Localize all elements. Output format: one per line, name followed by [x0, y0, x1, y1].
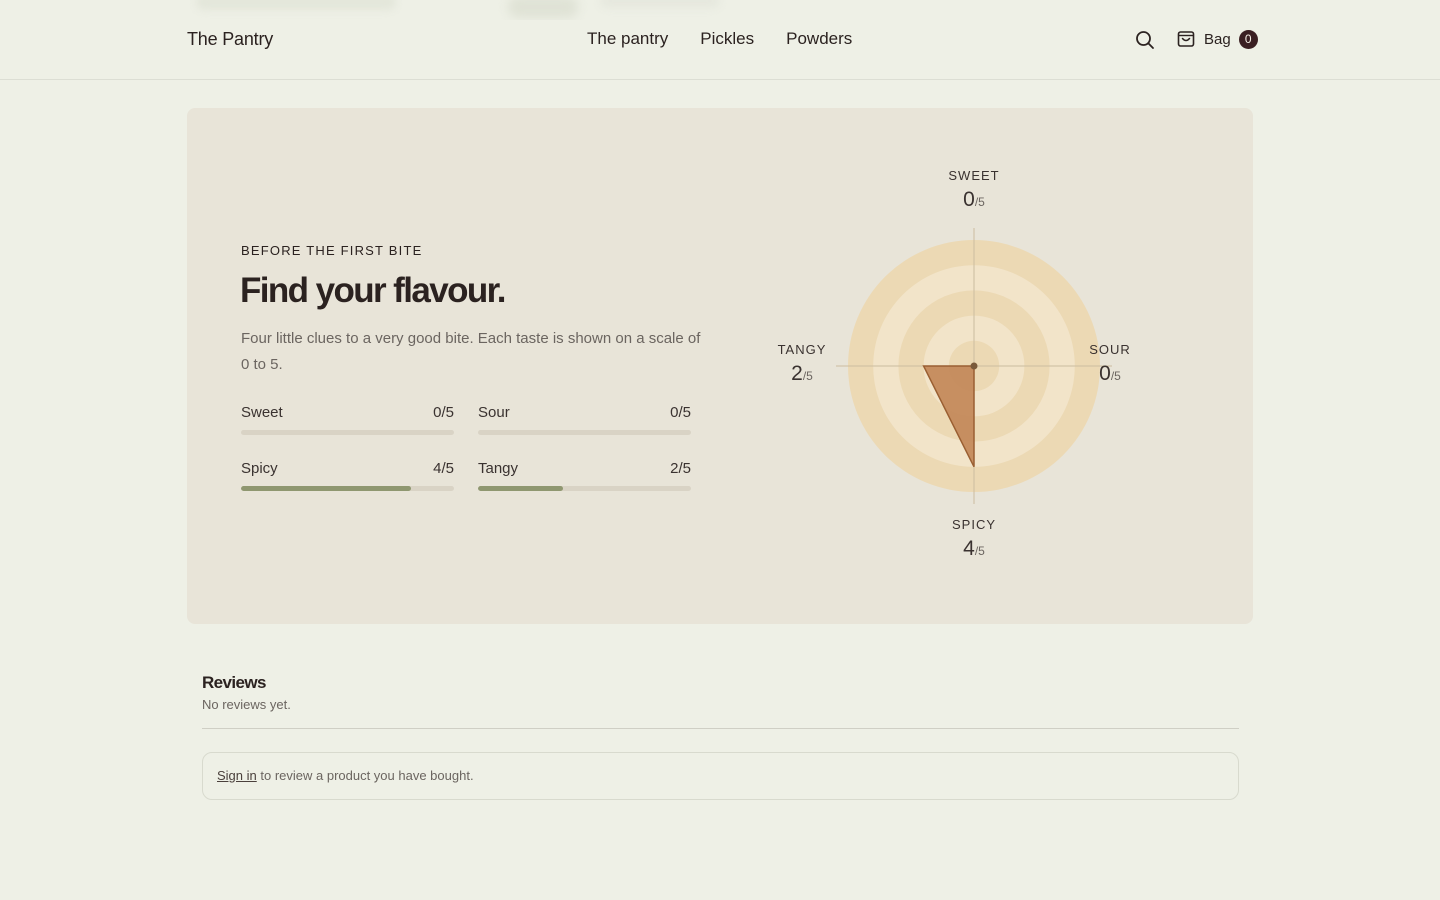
section-headline: Find your flavour.: [240, 271, 506, 310]
flavour-meter-spicy: Spicy 4/5: [241, 460, 454, 491]
search-icon[interactable]: [1135, 30, 1155, 50]
meter-label: Spicy: [241, 460, 278, 477]
meter-track: [478, 486, 691, 491]
axis-name: SOUR: [1089, 342, 1131, 357]
meter-label: Sour: [478, 404, 510, 421]
meter-label: Tangy: [478, 460, 519, 477]
axis-value-number: 0: [1099, 362, 1111, 385]
radar-center-point: [970, 362, 978, 370]
axis-label-tangy: TANGY 2/5: [752, 342, 852, 386]
axis-value-number: 2: [791, 362, 803, 385]
signin-prompt-text: to review a product you have bought.: [256, 768, 474, 783]
meter-value: 4/5: [433, 460, 454, 477]
meter-value: 0/5: [670, 404, 691, 421]
brand-logo[interactable]: The Pantry: [187, 29, 273, 50]
axis-name: TANGY: [777, 342, 827, 357]
axis-value: 0/5: [924, 188, 1024, 212]
bag-button[interactable]: Bag 0: [1176, 29, 1258, 49]
main-nav: The pantry Pickles Powders: [587, 29, 852, 49]
axis-value-number: 4: [963, 537, 975, 560]
flavour-meter-tangy: Tangy 2/5: [478, 460, 691, 491]
axis-name: SWEET: [948, 168, 1000, 183]
section-eyebrow: BEFORE THE FIRST BITE: [241, 243, 423, 258]
bag-label: Bag: [1204, 30, 1231, 48]
nav-link-the-pantry[interactable]: The pantry: [587, 29, 668, 49]
divider: [202, 728, 1239, 729]
meter-track: [241, 430, 454, 435]
axis-value-number: 0: [963, 188, 975, 211]
flavour-meter-sweet: Sweet 0/5: [241, 404, 454, 435]
nav-link-powders[interactable]: Powders: [786, 29, 852, 49]
shopping-bag-icon: [1177, 31, 1195, 47]
axis-value-scale: /5: [974, 544, 985, 558]
site-header: The Pantry The pantry Pickles Powders Ba…: [0, 0, 1440, 80]
reviews-heading: Reviews: [202, 673, 266, 692]
axis-value: 4/5: [924, 537, 1024, 561]
nav-link-pickles[interactable]: Pickles: [700, 29, 754, 49]
axis-label-sweet: SWEET 0/5: [924, 168, 1024, 212]
meter-track: [241, 486, 454, 491]
meter-track: [478, 430, 691, 435]
bag-count-badge: 0: [1238, 29, 1258, 49]
meter-value: 0/5: [433, 404, 454, 421]
meter-label: Sweet: [241, 404, 283, 421]
axis-label-spicy: SPICY 4/5: [924, 517, 1024, 561]
axis-name: SPICY: [951, 517, 996, 532]
flavour-meter-sour: Sour 0/5: [478, 404, 691, 435]
axis-value: 2/5: [752, 362, 852, 386]
flavour-radar-chart: SWEET 0/5 SOUR 0/5 SPICY 4/5 TANGY 2/5: [778, 160, 1167, 580]
meter-fill: [478, 486, 564, 491]
signin-prompt: Sign in to review a product you have bou…: [202, 752, 1239, 800]
meter-fill: [241, 486, 412, 491]
axis-label-sour: SOUR 0/5: [1060, 342, 1160, 386]
flavour-profile-card: BEFORE THE FIRST BITE Find your flavour.…: [187, 108, 1253, 624]
axis-value: 0/5: [1060, 362, 1160, 386]
axis-value-scale: /5: [802, 369, 813, 383]
meter-value: 2/5: [670, 460, 691, 477]
section-description: Four little clues to a very good bite. E…: [241, 330, 701, 373]
signin-link[interactable]: Sign in: [217, 768, 257, 783]
axis-value-scale: /5: [1110, 369, 1121, 383]
axis-value-scale: /5: [974, 195, 985, 209]
reviews-empty-state: No reviews yet.: [202, 697, 291, 712]
